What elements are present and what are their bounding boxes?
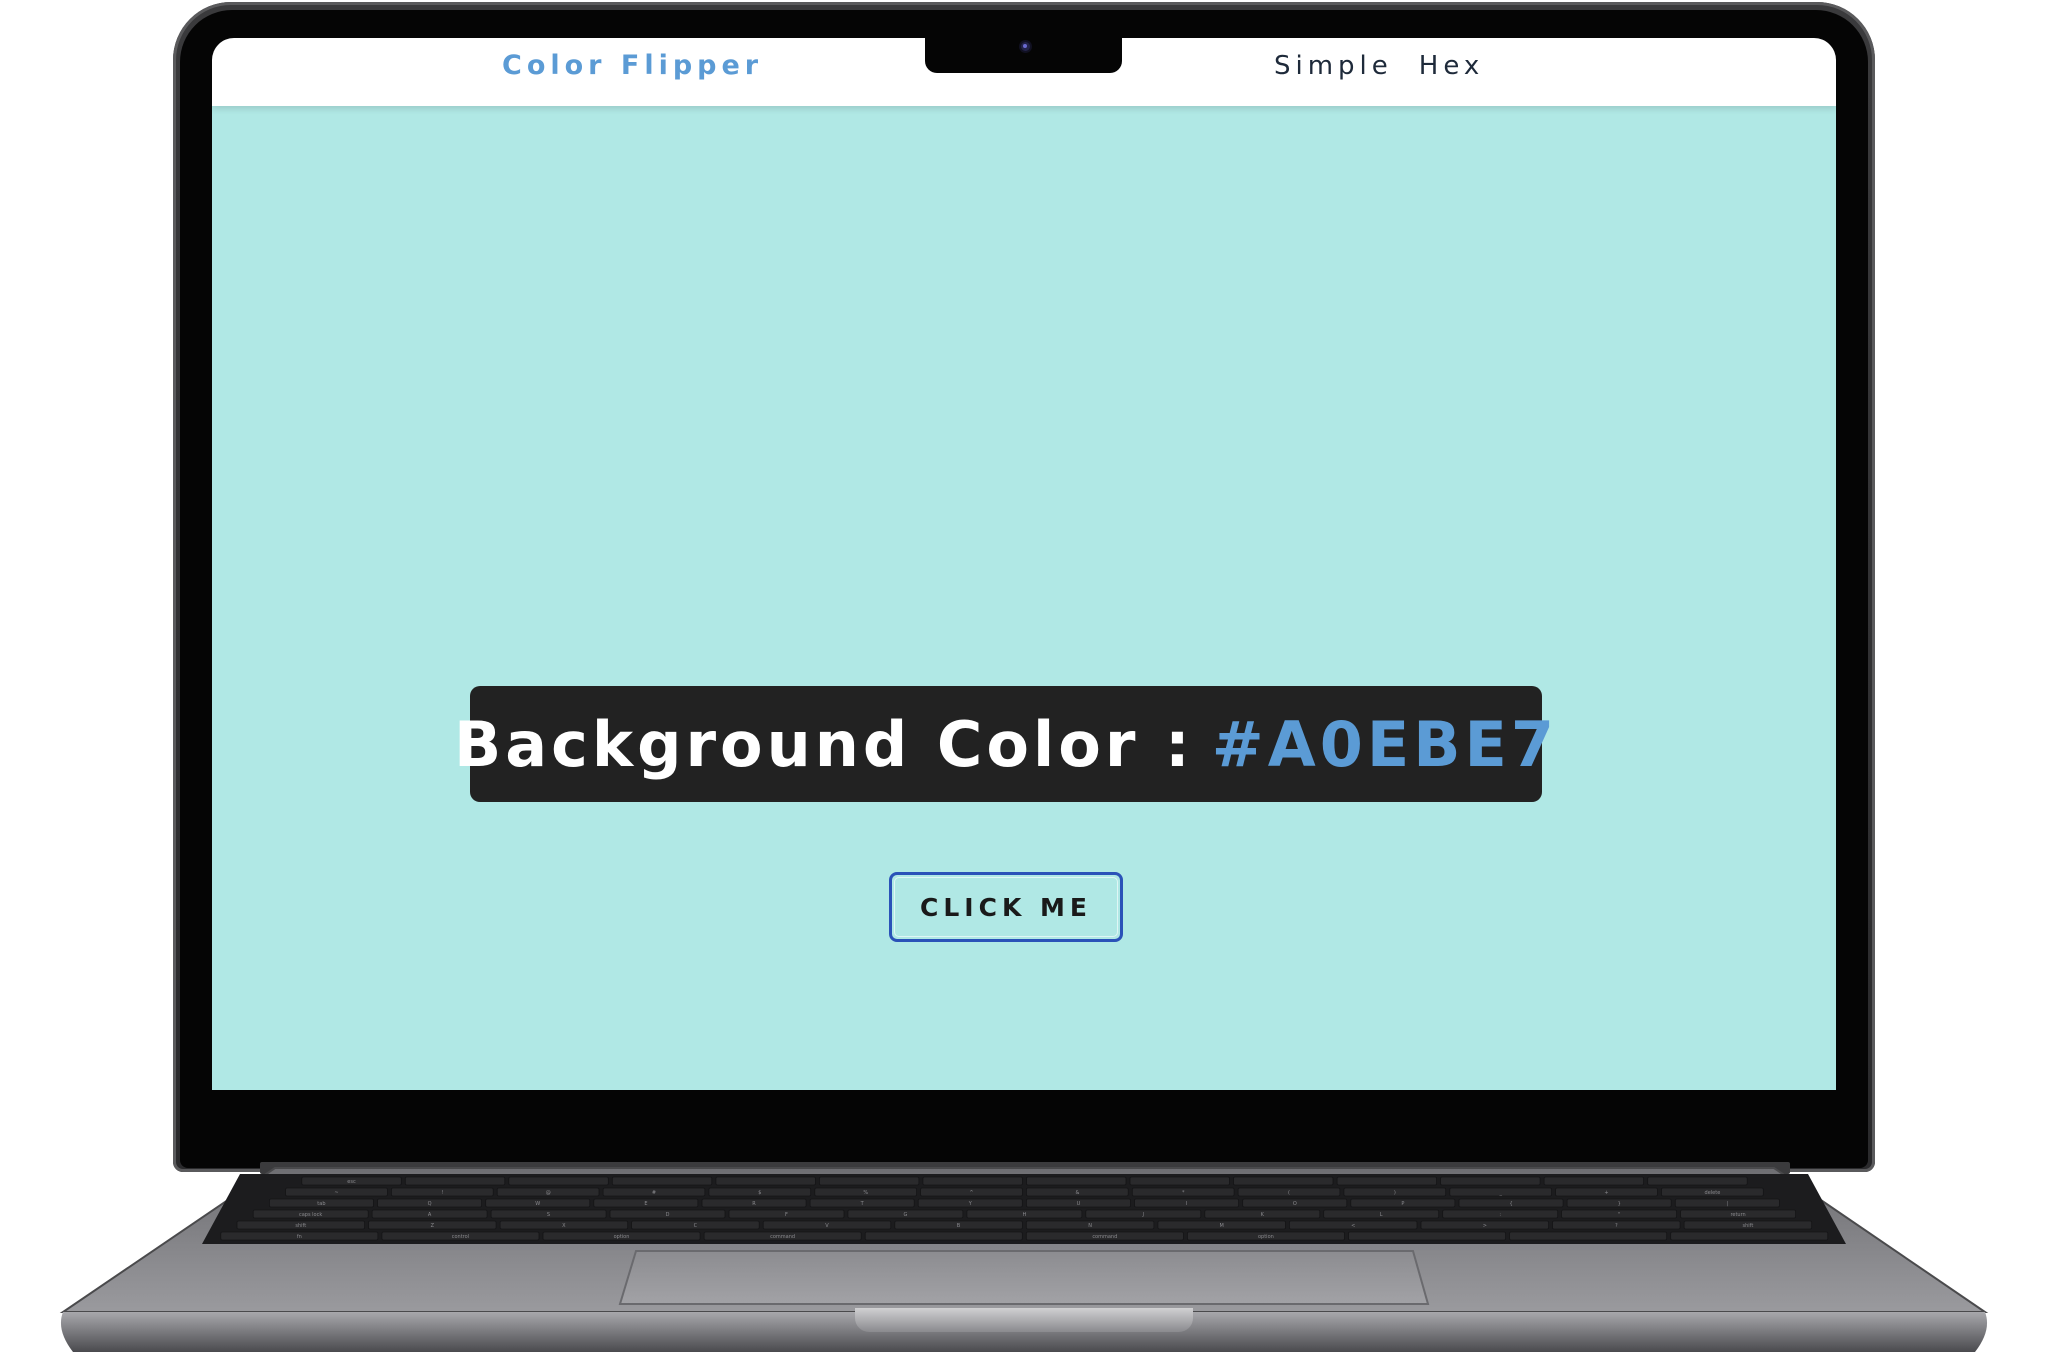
- keyboard-key-label: O: [1293, 1201, 1297, 1207]
- keyboard-key-label: ~: [334, 1190, 338, 1196]
- keyboard-key-label: E: [644, 1201, 647, 1207]
- keyboard-key-label: C: [694, 1223, 698, 1229]
- keyboard-key-label: %: [863, 1190, 868, 1196]
- keyboard-key-label: B: [957, 1223, 961, 1229]
- keyboard-key-label: shift: [295, 1223, 306, 1229]
- keyboard-key-label: +: [1604, 1190, 1608, 1196]
- keyboard-key-label: &: [1075, 1190, 1079, 1196]
- keyboard-key-label: $: [758, 1190, 761, 1196]
- keyboard-key: [1336, 1176, 1437, 1186]
- keyboard-key: [1348, 1231, 1507, 1241]
- keyboard-key-label: @: [546, 1190, 551, 1196]
- keyboard-key-label: ?: [1615, 1223, 1618, 1229]
- keyboard-key: [864, 1231, 1023, 1241]
- keyboard-key-label: !: [441, 1190, 443, 1196]
- keyboard-key: [1129, 1176, 1230, 1186]
- keyboard-key-label: U: [1077, 1201, 1081, 1207]
- keyboard-key-label: A: [428, 1212, 432, 1218]
- keyboard-key-label: ": [1618, 1212, 1620, 1218]
- keyboard-key: [1647, 1176, 1748, 1186]
- keyboard-key-label: fn: [297, 1234, 302, 1240]
- keyboard-key-label: Z: [431, 1223, 435, 1229]
- keyboard-key-label: option: [1258, 1234, 1274, 1240]
- keyboard-key: [1543, 1176, 1644, 1186]
- keyboard-key-label: Q: [428, 1201, 432, 1207]
- trackpad: [618, 1250, 1430, 1305]
- keyboard-key-label: caps lock: [299, 1212, 322, 1218]
- keyboard-key: [1509, 1231, 1668, 1241]
- keyboard-key-label: shift: [1743, 1223, 1754, 1229]
- keyboard-key-label: V: [825, 1223, 829, 1229]
- keyboard-key: [1026, 1176, 1127, 1186]
- keyboard-key-label: X: [562, 1223, 566, 1229]
- keyboard-key-label: I: [1186, 1201, 1187, 1207]
- keyboard-key-label: G: [903, 1212, 907, 1218]
- keyboard-key-label: control: [452, 1234, 469, 1240]
- keyboard-key: [922, 1176, 1023, 1186]
- keyboard-key: [1440, 1176, 1541, 1186]
- keyboard-key-label: H: [1023, 1212, 1027, 1218]
- keyboard-key-label: W: [535, 1201, 540, 1207]
- keyboard-key: [508, 1176, 609, 1186]
- keyboard-key-label: _: [1498, 1190, 1502, 1196]
- keyboard-key-label: L: [1380, 1212, 1383, 1218]
- keyboard-key-label: command: [770, 1234, 795, 1240]
- keyboard-key: [1670, 1231, 1829, 1241]
- keyboard-key-label: <: [1351, 1223, 1355, 1229]
- keyboard-key-label: S: [547, 1212, 550, 1218]
- keyboard-key: [715, 1176, 816, 1186]
- keyboard-key-label: command: [1092, 1234, 1117, 1240]
- lid-opening-lip: [855, 1308, 1193, 1332]
- keyboard-key-label: N: [1088, 1223, 1092, 1229]
- keyboard-key-label: option: [614, 1234, 630, 1240]
- keyboard-key-label: delete: [1705, 1190, 1721, 1196]
- keyboard-key-label: >: [1483, 1223, 1487, 1229]
- keyboard-key-label: }: [1618, 1201, 1621, 1207]
- keyboard-key: [404, 1176, 506, 1186]
- keyboard-key-label: (: [1288, 1190, 1290, 1196]
- keyboard-key-label: M: [1220, 1223, 1224, 1229]
- keyboard-key: [1233, 1176, 1334, 1186]
- keyboard-key-label: ^: [969, 1190, 973, 1196]
- keyboard-key-label: tab: [317, 1201, 325, 1207]
- keyboard-key-label: P: [1401, 1201, 1404, 1207]
- keyboard-key-label: esc: [347, 1179, 356, 1185]
- keyboard-key-label: #: [652, 1190, 656, 1196]
- keyboard-key-label: ): [1394, 1190, 1396, 1196]
- keyboard-key-label: return: [1730, 1212, 1745, 1218]
- keyboard-key-label: D: [666, 1212, 670, 1218]
- keyboard-key: [819, 1176, 920, 1186]
- keyboard-key: [611, 1176, 713, 1186]
- laptop-base: esc~! @ # $% ^ & *() _ + deletetab Q W E R T Y U I O P{} |ca…: [59, 1167, 1989, 1352]
- keyboard-key-label: R: [752, 1201, 756, 1207]
- keyboard-key-label: {: [1510, 1201, 1513, 1207]
- keyboard-key-label: J: [1142, 1212, 1144, 1218]
- keyboard-key-label: F: [785, 1212, 788, 1218]
